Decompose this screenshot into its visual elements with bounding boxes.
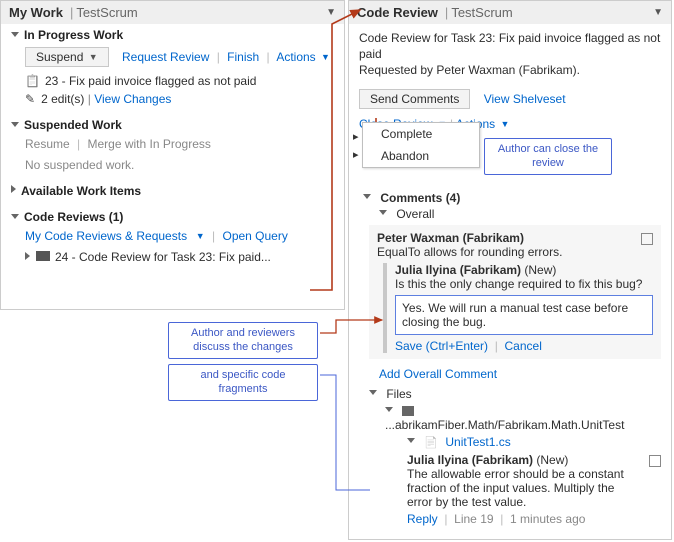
annotation-arrows	[0, 0, 674, 542]
close-review-menu: Complete Abandon	[362, 122, 480, 168]
menu-abandon[interactable]: Abandon	[363, 145, 479, 167]
menu-complete[interactable]: Complete	[363, 123, 479, 145]
callout-close: Author can close the review	[484, 138, 612, 175]
chevron-right-icon: ▸	[353, 148, 359, 161]
callout-discuss: Author and reviewers discuss the changes	[168, 322, 318, 359]
callout-fragments: and specific code fragments	[168, 364, 318, 401]
chevron-right-icon: ▸	[353, 130, 359, 143]
